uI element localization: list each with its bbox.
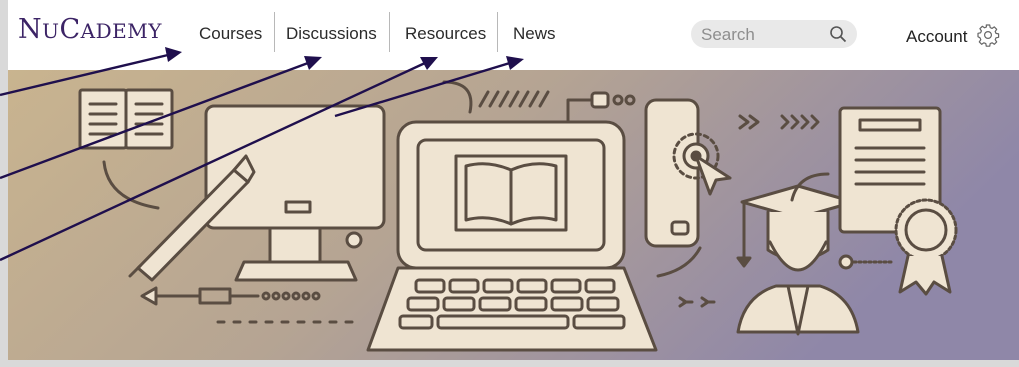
hero-banner — [8, 70, 1019, 360]
nav-courses[interactable]: Courses — [199, 24, 262, 44]
search-placeholder: Search — [701, 25, 755, 44]
search-icon[interactable] — [829, 25, 847, 43]
app-frame: NUCADEMY Courses Discussions Resources N… — [8, 0, 1019, 360]
nav-resources[interactable]: Resources — [405, 24, 486, 44]
nav-divider — [389, 12, 390, 52]
search-box[interactable]: Search — [691, 20, 857, 48]
nav-discussions[interactable]: Discussions — [286, 24, 377, 44]
nav-divider — [497, 12, 498, 52]
gear-icon[interactable] — [976, 23, 1000, 47]
account-link[interactable]: Account — [906, 27, 967, 47]
nav-divider — [274, 12, 275, 52]
laptop-icon — [366, 120, 658, 352]
nav-news[interactable]: News — [513, 24, 556, 44]
top-navbar: NUCADEMY Courses Discussions Resources N… — [8, 0, 1019, 70]
nucademy-logo[interactable]: NUCADEMY — [18, 14, 162, 45]
